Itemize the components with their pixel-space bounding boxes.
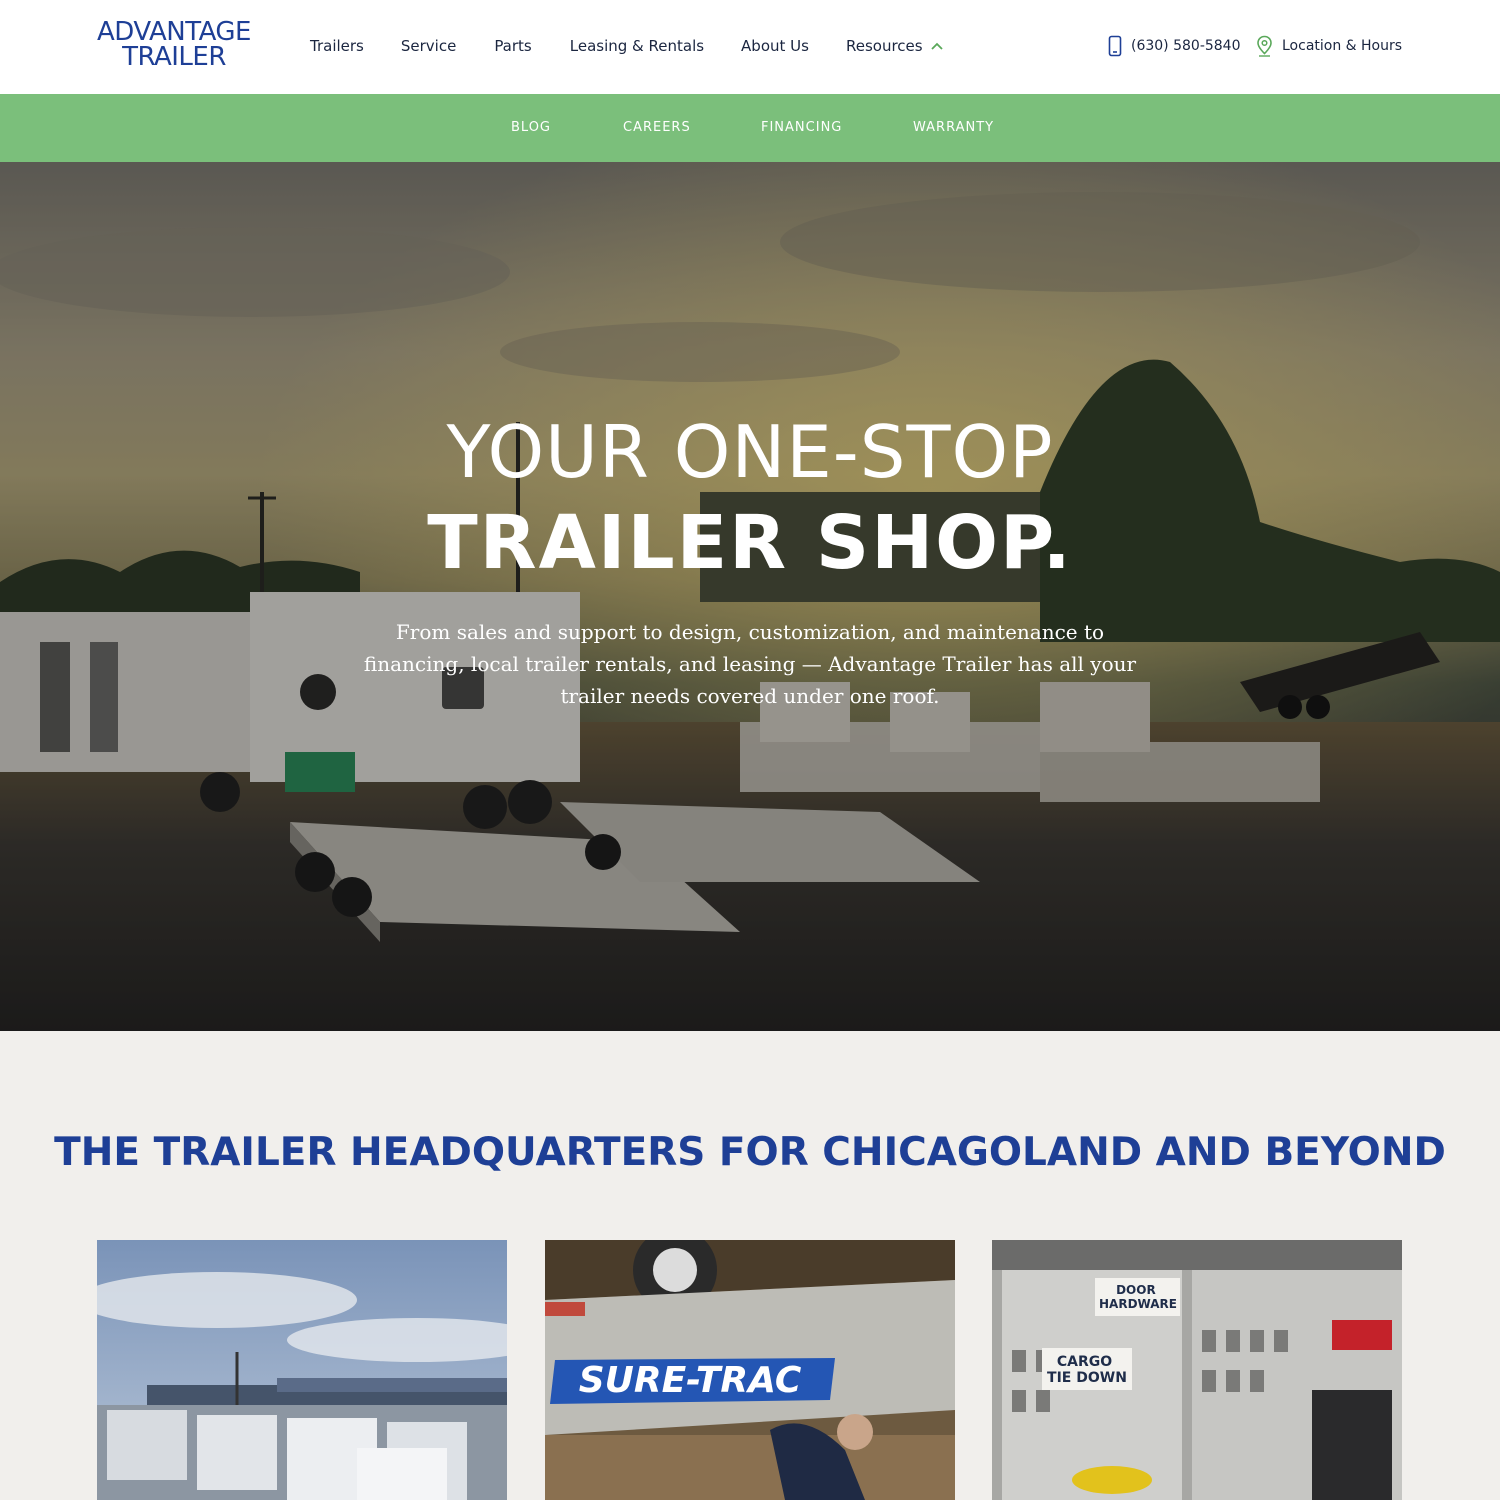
hero-subtitle: From sales and support to design, custom… (363, 620, 1137, 708)
cargo-tie-down-sign: CARGO TIE DOWN (1047, 1354, 1127, 1386)
location-hours-link[interactable]: Location & Hours (1256, 34, 1402, 58)
subnav-financing[interactable]: FINANCING (761, 120, 842, 135)
hero-title-line-2: TRAILER SHOP. (427, 500, 1073, 586)
nav-trailers[interactable]: Trailers (310, 34, 364, 58)
site-header: ADVANTAGE TRAILER Trailers Service Parts… (0, 0, 1500, 94)
card-trailers[interactable] (97, 1240, 507, 1500)
phone-icon (1108, 35, 1122, 57)
subnav-warranty[interactable]: WARRANTY (913, 120, 994, 135)
location-hours-label: Location & Hours (1282, 38, 1403, 54)
nav-resources-label: Resources (845, 37, 923, 55)
card-service[interactable]: SURE-TRAC (545, 1240, 955, 1500)
hero-background-image (0, 162, 1500, 1031)
nav-about-us[interactable]: About Us (741, 34, 809, 58)
card-parts[interactable]: DOOR HARDWARE CARGO TIE DOWN (992, 1240, 1402, 1500)
card-trailers-image (97, 1240, 507, 1500)
card-parts-image: DOOR HARDWARE CARGO TIE DOWN (992, 1240, 1402, 1500)
phone-number: (630) 580-5840 (1131, 38, 1241, 54)
nav-leasing-rentals[interactable]: Leasing & Rentals (570, 34, 704, 58)
logo[interactable]: ADVANTAGE TRAILER (97, 19, 251, 74)
logo-line-2: TRAILER (122, 42, 226, 72)
nav-parts[interactable]: Parts (494, 34, 531, 58)
resources-subnav: BLOG CAREERS FINANCING WARRANTY (0, 94, 1500, 162)
chevron-up-icon (930, 42, 943, 50)
hero-title-line-1: YOUR ONE-STOP (446, 410, 1054, 494)
main-nav: Trailers Service Parts Leasing & Rentals… (310, 34, 944, 58)
sure-trac-brand-text: SURE-TRAC (579, 1360, 802, 1401)
phone-link[interactable]: (630) 580-5840 (1108, 34, 1241, 58)
location-pin-icon (1257, 35, 1272, 57)
nav-service[interactable]: Service (401, 34, 456, 58)
subnav-blog[interactable]: BLOG (511, 120, 551, 135)
section-title: THE TRAILER HEADQUARTERS FOR CHICAGOLAND… (54, 1130, 1446, 1175)
subnav-careers[interactable]: CAREERS (623, 120, 691, 135)
nav-resources[interactable]: Resources (846, 34, 944, 58)
hero-banner: YOUR ONE-STOP TRAILER SHOP. From sales a… (0, 162, 1500, 1031)
card-service-image: SURE-TRAC (545, 1240, 955, 1500)
